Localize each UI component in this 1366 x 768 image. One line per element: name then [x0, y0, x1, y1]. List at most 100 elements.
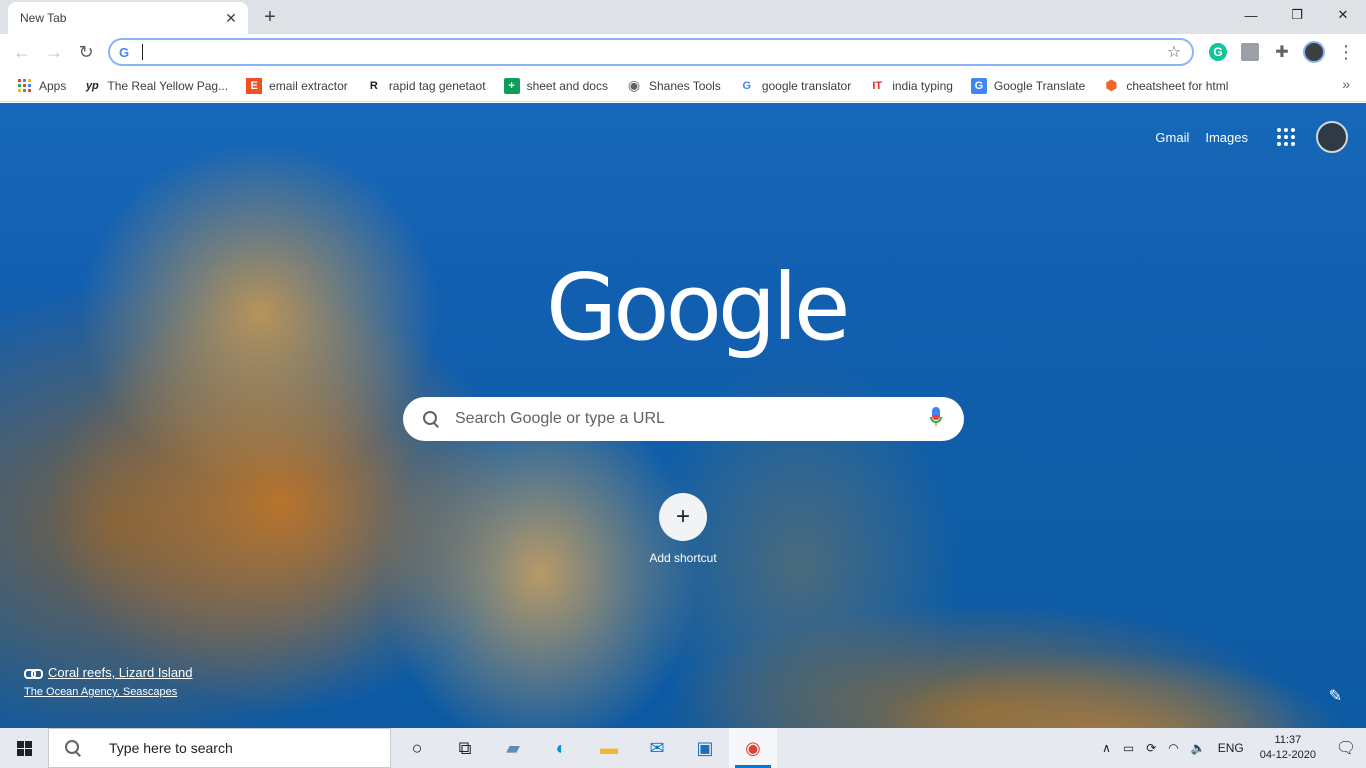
bookmarks-bar: Apps yp The Real Yellow Pag... E email e…: [0, 70, 1366, 102]
images-link[interactable]: Images: [1205, 130, 1248, 145]
google-g-icon: G: [118, 44, 130, 60]
bookmark-email-extractor[interactable]: E email extractor: [242, 74, 352, 98]
remote-desktop-icon[interactable]: ▣: [681, 728, 729, 768]
chrome-menu-icon[interactable]: ⋮: [1332, 38, 1360, 66]
user-extension[interactable]: [1236, 38, 1264, 66]
cortana-icon[interactable]: ○: [393, 728, 441, 768]
volume-icon[interactable]: 🔈: [1185, 741, 1212, 755]
windows-logo-icon: [16, 740, 32, 756]
profile-button[interactable]: [1300, 38, 1328, 66]
gmail-link[interactable]: Gmail: [1155, 130, 1189, 145]
new-tab-button[interactable]: +: [258, 5, 282, 29]
extensions-puzzle-icon[interactable]: ✚: [1268, 38, 1296, 66]
edge-icon[interactable]: ◐: [537, 728, 585, 768]
html5-icon: ⬢: [1105, 77, 1118, 93]
reload-button[interactable]: ↻: [70, 36, 102, 68]
add-shortcut-label: Add shortcut: [649, 551, 717, 565]
system-tray: ∧ ▭ ⟳ ◠ 🔈 ENG 11:37 04-12-2020 🗨: [1096, 728, 1366, 768]
search-icon: [421, 409, 441, 429]
close-window-button[interactable]: ✕: [1320, 0, 1366, 30]
clock-time: 11:37: [1274, 734, 1302, 746]
taskbar-search-box[interactable]: Type here to search: [48, 728, 391, 768]
bookmarks-overflow-icon[interactable]: »: [1342, 76, 1350, 92]
india-typing-icon: IT: [872, 79, 883, 92]
yellow-pages-icon: yp: [85, 79, 99, 92]
bookmark-rapid-tag[interactable]: R rapid tag genetaot: [362, 74, 490, 98]
bookmark-label: email extractor: [269, 78, 348, 93]
task-view-icon[interactable]: ⧉: [441, 728, 489, 768]
bookmark-sheet-and-docs[interactable]: + sheet and docs: [500, 74, 612, 98]
bookmark-label: cheatsheet for html: [1126, 78, 1229, 93]
attribution-credit-link[interactable]: The Ocean Agency, Seascapes: [24, 686, 193, 698]
email-extractor-icon: E: [246, 77, 263, 94]
file-explorer-icon[interactable]: ▬: [585, 728, 633, 768]
bookmark-label: The Real Yellow Pag...: [107, 78, 229, 93]
rapid-tag-icon: R: [369, 79, 378, 92]
chrome-icon[interactable]: ◉: [729, 728, 777, 768]
start-button[interactable]: [0, 728, 48, 768]
notifications-icon[interactable]: 🗨: [1326, 728, 1366, 768]
user-extension-icon: [1241, 43, 1259, 61]
windows-taskbar: Type here to search ○ ⧉ ▰ ◐ ▬ ✉ ▣ ◉ ∧ ▭ …: [0, 728, 1366, 768]
background-attribution: Coral reefs, Lizard Island The Ocean Age…: [24, 665, 193, 698]
bookmark-shanes-tools[interactable]: ◉ Shanes Tools: [622, 74, 725, 98]
taskbar-search-text: Type here to search: [109, 740, 233, 756]
avatar: [1303, 41, 1325, 63]
address-bar[interactable]: G ☆: [108, 38, 1194, 66]
bookmark-label: india typing: [892, 78, 953, 93]
maximize-button[interactable]: ❐: [1274, 0, 1320, 30]
search-input[interactable]: [455, 410, 926, 428]
back-button[interactable]: ←: [6, 36, 38, 68]
bookmark-label: Google Translate: [993, 78, 1086, 93]
network-sync-icon[interactable]: ⟳: [1140, 741, 1162, 755]
grammarly-extension[interactable]: G: [1204, 38, 1232, 66]
grammarly-icon: G: [1209, 43, 1227, 61]
bookmark-cheatsheet-html[interactable]: ⬢ cheatsheet for html: [1099, 74, 1232, 98]
link-icon: [24, 667, 43, 679]
bookmark-label: google translator: [761, 78, 852, 93]
ntp-top-links: Gmail Images: [1139, 121, 1348, 153]
mail-icon[interactable]: ✉: [633, 728, 681, 768]
google-translate-icon: G: [970, 77, 987, 94]
browser-toolbar: ← → ↻ G ☆ G ✚ ⋮: [0, 34, 1366, 70]
extensions-area: G ✚ ⋮: [1204, 38, 1364, 66]
account-avatar[interactable]: [1316, 121, 1348, 153]
bookmark-label: Shanes Tools: [648, 78, 721, 93]
add-shortcut-tile[interactable]: + Add shortcut: [632, 493, 734, 565]
bookmark-star-icon[interactable]: ☆: [1162, 40, 1186, 64]
bookmark-label: rapid tag genetaot: [388, 78, 486, 93]
tray-chevron-icon[interactable]: ∧: [1096, 741, 1117, 755]
google-icon: G: [742, 79, 752, 92]
forward-button[interactable]: →: [38, 36, 70, 68]
tab-new-tab[interactable]: New Tab ✕: [8, 2, 248, 34]
attribution-title-link[interactable]: Coral reefs, Lizard Island: [48, 665, 193, 680]
bookmark-yellow-pages[interactable]: yp The Real Yellow Pag...: [80, 74, 232, 98]
customize-pencil-icon[interactable]: ✎: [1329, 686, 1342, 706]
ntp-search-box[interactable]: [403, 397, 964, 441]
taskbar-clock[interactable]: 11:37 04-12-2020: [1250, 733, 1326, 763]
taskbar-search-icon: [63, 738, 83, 758]
tab-close-icon[interactable]: ✕: [222, 9, 240, 27]
globe-icon: ◉: [627, 77, 641, 93]
bookmark-google-translate[interactable]: G Google Translate: [967, 74, 1089, 98]
text-caret: [142, 44, 143, 60]
taskbar-pinned-apps: ○ ⧉ ▰ ◐ ▬ ✉ ▣ ◉: [393, 728, 777, 768]
wifi-icon[interactable]: ◠: [1162, 741, 1184, 755]
photos-app-icon[interactable]: ▰: [489, 728, 537, 768]
language-indicator[interactable]: ENG: [1212, 741, 1250, 755]
battery-icon[interactable]: ▭: [1117, 741, 1140, 755]
clock-date: 04-12-2020: [1259, 749, 1316, 761]
bookmark-google-translator[interactable]: G google translator: [735, 74, 855, 98]
minimize-button[interactable]: —: [1228, 0, 1274, 30]
omnibox-input[interactable]: [153, 44, 1162, 60]
apps-grid-icon: [16, 78, 32, 94]
microphone-icon[interactable]: [926, 407, 946, 431]
tab-title: New Tab: [20, 11, 67, 25]
google-apps-icon[interactable]: [1274, 125, 1298, 149]
tab-strip: New Tab ✕ + — ❐ ✕: [0, 0, 1366, 34]
google-logo: Google: [546, 254, 850, 361]
bookmark-india-typing[interactable]: IT india typing: [865, 74, 957, 98]
add-shortcut-icon: +: [659, 493, 707, 541]
new-tab-page: Gmail Images Google + Add shortcut Coral…: [0, 103, 1366, 728]
bookmark-apps[interactable]: Apps: [12, 74, 70, 98]
